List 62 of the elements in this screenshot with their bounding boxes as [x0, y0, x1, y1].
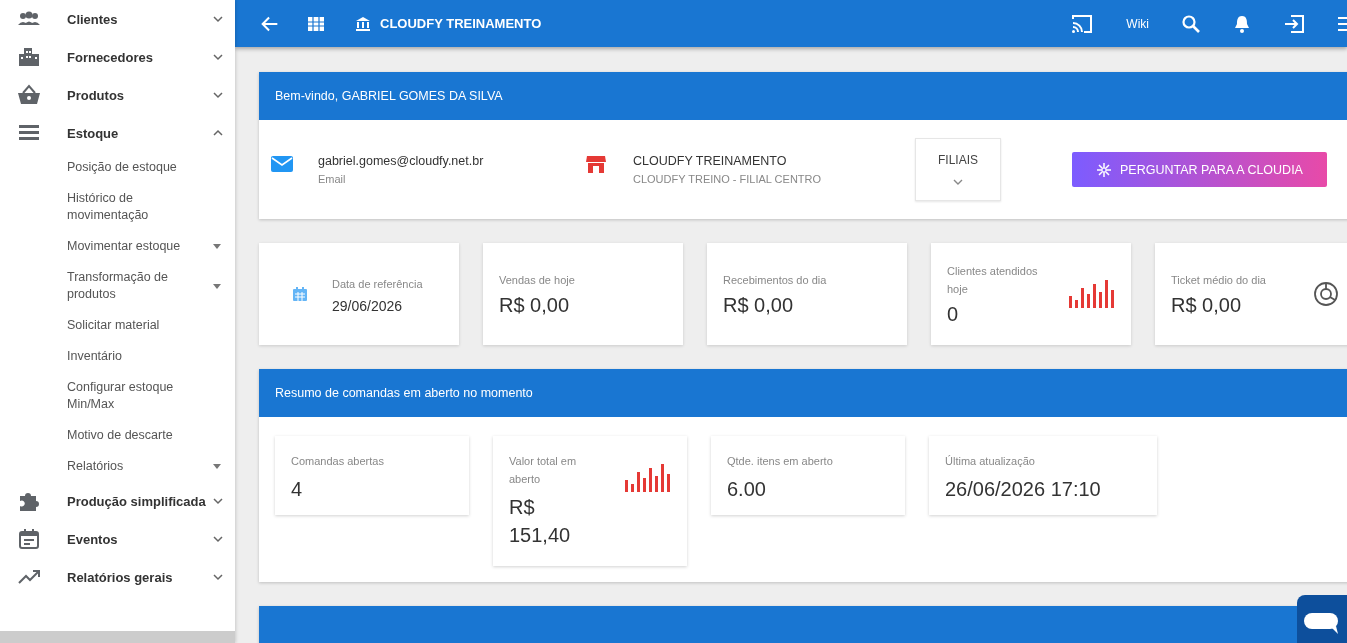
sidebar-item[interactable]: Eventos	[0, 520, 235, 558]
email-value: gabriel.gomes@cloudfy.net.br	[318, 154, 484, 168]
grid-icon[interactable]	[307, 14, 325, 33]
bar-chart-icon	[1069, 280, 1115, 308]
submenu-item[interactable]: Inventário	[0, 341, 235, 372]
sidebar-item[interactable]: Estoque	[0, 114, 235, 152]
submenu-item[interactable]: Solicitar material	[0, 310, 235, 341]
branch-name: CLOUDFY TREINO - FILIAL CENTRO	[633, 173, 822, 185]
sidebar-item[interactable]: Relatórios gerais	[0, 558, 235, 596]
bank-icon	[355, 15, 371, 32]
stat-value: 0	[947, 303, 960, 326]
welcome-title: Bem-vindo, GABRIEL GOMES DA SILVA	[275, 89, 503, 103]
submenu-item[interactable]: Motivo de descarte	[0, 420, 235, 451]
cast-icon[interactable]	[1070, 12, 1095, 35]
chat-button[interactable]	[1297, 595, 1347, 643]
submenu-item[interactable]: Configurar estoque Min/Max	[0, 372, 235, 420]
submenu-item[interactable]: Transformação de produtos	[0, 262, 235, 310]
email-label: Email	[318, 173, 347, 185]
submenu-item[interactable]: Movimentar estoque	[0, 231, 235, 262]
branches-dropdown[interactable]: FILIAIS	[915, 138, 1001, 201]
bar-chart-icon	[625, 464, 671, 492]
stat-label: Ticket médio do dia	[1171, 273, 1266, 288]
stat-value: 29/06/2026	[332, 297, 404, 314]
store-icon	[585, 154, 607, 174]
sidebar-item[interactable]: Clientes	[0, 0, 235, 38]
logout-icon[interactable]	[1283, 13, 1305, 34]
donut-chart-icon	[1313, 281, 1339, 307]
panel-title: Resumo de comandas em aberto no momento	[275, 386, 533, 400]
building-icon	[17, 45, 41, 69]
summary-label: Qtde. itens em aberto	[727, 454, 833, 469]
summary-value: 4	[291, 477, 304, 502]
stat-value: R$ 0,00	[723, 294, 795, 317]
submenu-item[interactable]: Histórico de movimentação	[0, 183, 235, 231]
submenu-item[interactable]: Posição de estoque	[0, 152, 235, 183]
calendar-icon	[292, 286, 308, 302]
app-title: CLOUDFY TREINAMENTO	[380, 16, 542, 31]
search-icon[interactable]	[1181, 13, 1201, 34]
submenu-item[interactable]: Relatórios	[0, 451, 235, 482]
basket-icon	[17, 83, 41, 107]
stat-value: R$ 0,00	[1171, 294, 1243, 317]
stat-label: Recebimentos do dia	[723, 273, 827, 288]
wiki-link[interactable]: Wiki	[1126, 16, 1149, 31]
summary-label: Valor total em aberto	[509, 454, 578, 487]
chevron-down-icon	[953, 179, 963, 186]
summary-label: Última atualização	[945, 454, 1036, 469]
summary-value: 26/06/2026 17:10	[945, 477, 1101, 502]
company-name: CLOUDFY TREINAMENTO	[633, 154, 788, 168]
sidebar-item[interactable]: Fornecedores	[0, 38, 235, 76]
bell-icon[interactable]	[1233, 13, 1251, 34]
mail-icon	[270, 154, 294, 174]
calendar-icon	[17, 527, 41, 551]
stat-label: Vendas de hoje	[499, 273, 575, 288]
summary-value: R$ 151,40	[509, 495, 572, 548]
sparkle-icon	[1096, 161, 1113, 178]
summary-label: Comandas abertas	[291, 454, 384, 469]
sidebar-item[interactable]: Produtos	[0, 76, 235, 114]
stat-label: Clientes atendidos hoje	[947, 264, 1039, 297]
ask-button[interactable]: PERGUNTAR PARA A CLOUDIA	[1072, 152, 1327, 187]
summary-value: 6.00	[727, 477, 767, 502]
stat-value: R$ 0,00	[499, 294, 571, 317]
sidebar-item[interactable]: Produção simplificada	[0, 482, 235, 520]
stat-label: Data de referência	[332, 276, 423, 292]
